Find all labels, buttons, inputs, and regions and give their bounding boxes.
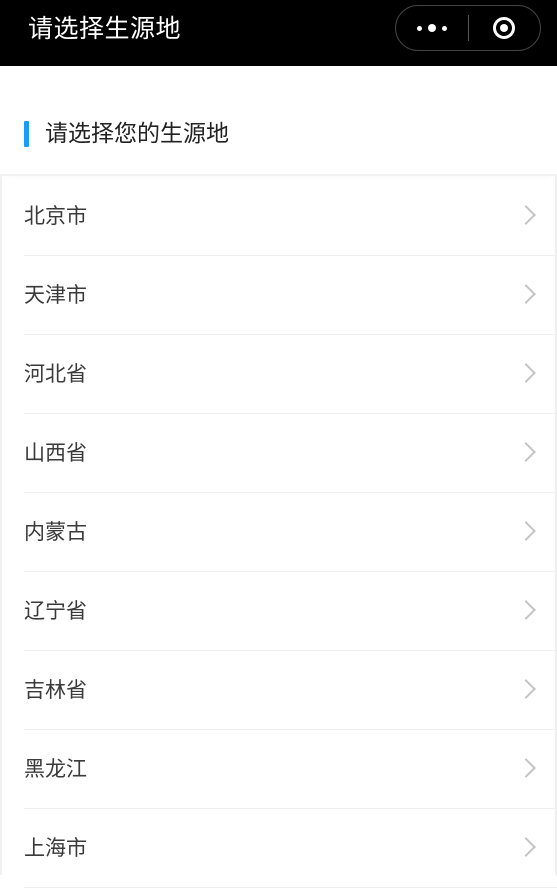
close-target-icon [493,17,516,39]
navigation-bar: 请选择生源地 [0,0,557,66]
chevron-right-icon [516,600,536,620]
more-button[interactable] [396,6,468,50]
list-item-label: 天津市 [24,283,87,307]
list-item-label: 内蒙古 [24,520,87,544]
list-item-label: 河北省 [24,362,87,386]
list-item[interactable]: 辽宁省 [24,572,557,651]
chevron-right-icon [516,205,536,225]
chevron-right-icon [516,758,536,778]
chevron-right-icon [516,521,536,541]
list-item[interactable]: 山西省 [24,414,557,493]
list-item-label: 北京市 [24,204,87,228]
section-title: 请选择您的生源地 [45,121,229,147]
close-button[interactable] [469,6,541,50]
chevron-right-icon [516,679,536,699]
mini-program-capsule [395,5,541,51]
list-item[interactable]: 吉林省 [24,651,557,730]
list-item[interactable]: 上海市 [24,809,557,888]
list-item[interactable]: 北京市 [24,177,557,256]
chevron-right-icon [516,363,536,383]
list-item-label: 山西省 [24,441,87,465]
list-item[interactable]: 黑龙江 [24,730,557,809]
chevron-right-icon [516,837,536,857]
chevron-right-icon [516,284,536,304]
list-item[interactable]: 河北省 [24,335,557,414]
list-item-label: 吉林省 [24,678,87,702]
section-accent-bar [24,121,29,147]
list-item[interactable]: 内蒙古 [24,493,557,572]
list-item-label: 黑龙江 [24,757,87,781]
list-item-label: 辽宁省 [24,599,87,623]
list-item-label: 上海市 [24,836,87,860]
list-item[interactable]: 天津市 [24,256,557,335]
page-title: 请选择生源地 [28,14,182,43]
chevron-right-icon [516,442,536,462]
province-list: 北京市 天津市 河北省 山西省 内蒙古 辽宁省 吉林省 黑龙江 上海市 [0,177,557,888]
more-dots-icon [416,24,447,32]
